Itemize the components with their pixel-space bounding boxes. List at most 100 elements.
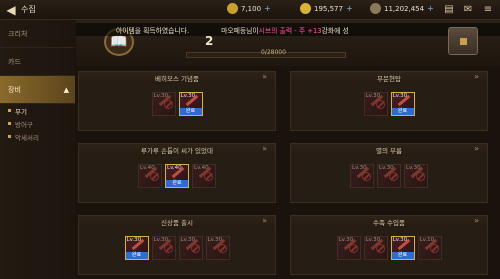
mail-icon[interactable]: ✉ <box>461 3 475 16</box>
prohibited-icon <box>348 244 358 253</box>
panel-title: 루가루 손톱이 씨가 있었대 <box>141 147 213 155</box>
prohibited-icon <box>389 172 398 181</box>
completed-badge: 완료 <box>391 252 414 259</box>
sidebar-subitem-weapon[interactable]: 무기 <box>0 104 75 117</box>
collection-panel[interactable]: 수족 수입품» Lv.30 Lv.30 Lv.30 완료 Lv.10 <box>290 215 488 275</box>
panel-title: 무문현탑 <box>377 75 401 83</box>
gem-icon <box>300 3 311 14</box>
collection-panel[interactable]: 무문현탑 » Lv.30 Lv.30 완료 <box>290 71 488 131</box>
coin-icon <box>227 3 238 14</box>
completed-badge: 완료 <box>125 252 148 259</box>
resource-3: 11,202,454 + <box>370 3 434 14</box>
toast-right-suffix: 강화에 성 <box>321 26 349 35</box>
sidebar-item-label: 카드 <box>8 57 21 66</box>
sidebar-item-card[interactable]: 카드 <box>0 48 75 76</box>
chevron-right-icon[interactable]: » <box>474 216 479 225</box>
sidebar-item-label: 장비 <box>8 85 21 94</box>
collection-panel[interactable]: 신상품 출시» Lv.30 완료 Lv.30 Lv.30 Lv.30 <box>78 215 276 275</box>
panel-header: 루가루 손톱이 씨가 있었대 » <box>79 144 275 156</box>
prohibited-icon <box>416 172 425 181</box>
item-slot[interactable]: Lv.30 <box>151 92 176 116</box>
item-slot[interactable]: Lv.40 완료 <box>165 164 189 188</box>
bullet-icon <box>8 135 11 138</box>
subitem-label: 방어구 <box>15 120 33 129</box>
page-title: 수집 <box>21 5 36 14</box>
subitem-label: 무기 <box>15 107 27 116</box>
item-slot[interactable]: Lv.40 <box>138 164 162 188</box>
item-slots: Lv.30 완료 Lv.30 Lv.30 Lv.30 <box>79 236 275 260</box>
panel-header: 신상품 출시 » <box>79 216 275 228</box>
panel-header: 수족 수입품 » <box>291 216 487 228</box>
chevron-right-icon[interactable]: » <box>262 72 267 81</box>
prohibited-icon <box>375 100 385 109</box>
back-button[interactable]: ◀ <box>3 2 19 18</box>
prohibited-icon <box>375 244 385 253</box>
reward-chest-icon[interactable] <box>448 27 478 55</box>
sidebar-item-creature[interactable]: 크리처 <box>0 20 75 48</box>
prohibited-icon <box>429 244 439 253</box>
gold-icon <box>370 3 381 14</box>
completed-badge: 완료 <box>166 180 188 187</box>
resource-1: 7,100 + <box>227 3 271 14</box>
panel-header: 베히모스 기념품 » <box>79 72 275 84</box>
prohibited-icon <box>163 100 173 109</box>
item-slot[interactable]: Lv.30 <box>363 236 388 260</box>
collection-panel[interactable]: 베히모스 기념품 » Lv.30 Lv.30 완료 <box>78 71 276 131</box>
collection-panel[interactable]: 루가루 손톱이 씨가 있었대 » Lv.40 Lv.40 완료 Lv.40 <box>78 143 276 203</box>
prohibited-icon <box>190 244 200 253</box>
sidebar-subitem-accessory[interactable]: 악세서리 <box>0 130 75 143</box>
panel-header: 별의 부름 » <box>291 144 487 156</box>
prohibited-icon <box>217 244 227 253</box>
item-slot[interactable]: Lv.30 완료 <box>390 236 415 260</box>
collection-panel[interactable]: 별의 부름» Lv.30 Lv.30 Lv.30 <box>290 143 488 203</box>
prohibited-icon <box>150 172 159 181</box>
toast-highlight: 시브의 출력 - 주 +13 <box>258 26 322 35</box>
item-slots: Lv.30 Lv.30 완료 <box>291 92 487 116</box>
sidebar-item-equipment[interactable]: 장비 ▲ <box>0 76 75 104</box>
subitem-label: 악세서리 <box>15 133 39 142</box>
item-slot[interactable]: Lv.30 <box>377 164 401 188</box>
chevron-right-icon[interactable]: » <box>262 216 267 225</box>
top-bar: ◀ 수집 7,100 + 195,577 + 11,202,454 + ▤ ✉ … <box>0 0 500 20</box>
item-slot[interactable]: Lv.30 <box>350 164 374 188</box>
item-slot[interactable]: Lv.30 <box>404 164 428 188</box>
item-slots: Lv.30 Lv.30 Lv.30 완료 Lv.10 <box>291 236 487 260</box>
chevron-right-icon[interactable]: » <box>474 72 479 81</box>
item-slot[interactable]: Lv.30 <box>205 236 230 260</box>
panel-title: 수족 수입품 <box>373 219 405 227</box>
item-slots: Lv.40 Lv.40 완료 Lv.40 <box>79 164 275 188</box>
item-slot[interactable]: Lv.30 완료 <box>124 236 149 260</box>
completed-badge: 완료 <box>179 108 202 115</box>
item-slot[interactable]: Lv.10 <box>417 236 442 260</box>
item-slot[interactable]: Lv.30 <box>178 236 203 260</box>
progress-label: 0/28000 <box>261 49 286 56</box>
completed-badge: 완료 <box>391 108 414 115</box>
notification-toast: 아이템을 획득하였습니다. 마오페등님이 시브의 출력 - 주 +13 강화에 … <box>76 23 500 36</box>
add-resource-1-button[interactable]: + <box>264 4 271 13</box>
sidebar-subitem-armor[interactable]: 방어구 <box>0 117 75 130</box>
bullet-icon <box>8 109 11 112</box>
toast-left-text: 아이템을 획득하였습니다. <box>116 26 190 35</box>
item-slot[interactable]: Lv.30 <box>336 236 361 260</box>
prohibited-icon <box>362 172 371 181</box>
collection-banner: 📖 아이템을 획득하였습니다. 마오페등님이 시브의 출력 - 주 +13 강화… <box>76 20 500 66</box>
sidebar: 크리처 카드 장비 ▲ 무기 방어구 악세서리 <box>0 20 75 279</box>
item-slot[interactable]: Lv.30 <box>363 92 388 116</box>
add-resource-2-button[interactable]: + <box>346 4 353 13</box>
resource-2-value: 195,577 <box>314 4 343 13</box>
chevron-right-icon[interactable]: » <box>474 144 479 153</box>
shop-icon[interactable]: ▤ <box>442 3 456 16</box>
panel-title: 신상품 출시 <box>161 219 193 227</box>
item-slot[interactable]: Lv.30 완료 <box>178 92 203 116</box>
add-resource-3-button[interactable]: + <box>427 4 434 13</box>
item-slot[interactable]: Lv.30 완료 <box>390 92 415 116</box>
sidebar-item-label: 크리처 <box>8 29 28 38</box>
item-slot[interactable]: Lv.40 <box>192 164 216 188</box>
menu-icon[interactable]: ≡ <box>481 3 495 16</box>
chevron-right-icon[interactable]: » <box>262 144 267 153</box>
toast-right-prefix: 마오페등님이 <box>221 26 259 35</box>
item-slots: Lv.30 Lv.30 완료 <box>79 92 275 116</box>
bullet-icon <box>8 122 11 125</box>
panel-header: 무문현탑 » <box>291 72 487 84</box>
item-slot[interactable]: Lv.30 <box>151 236 176 260</box>
